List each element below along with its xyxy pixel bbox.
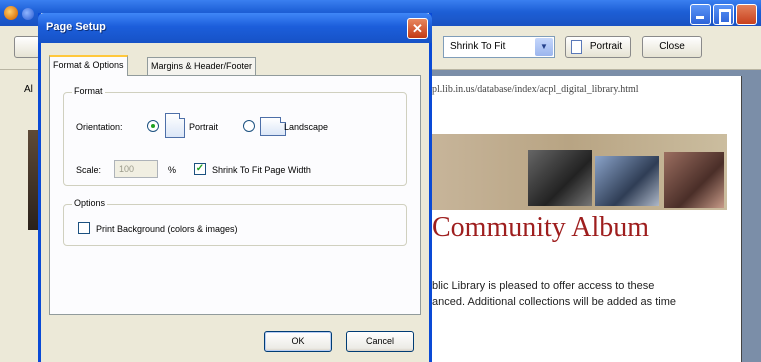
banner-photo: [528, 150, 592, 206]
page-paragraph-line: anced. Additional collections will be ad…: [432, 296, 676, 308]
scale-input[interactable]: 100: [114, 160, 158, 178]
sidebar-label: Al: [24, 84, 33, 95]
firefox-icon: [4, 6, 18, 20]
format-group-label: Format: [72, 86, 105, 96]
toolbar-portrait-label: Portrait: [589, 41, 623, 52]
portrait-radio[interactable]: [147, 120, 159, 132]
print-button[interactable]: [14, 36, 40, 58]
print-background-label[interactable]: Print Background (colors & images): [96, 224, 238, 234]
zoom-select-value: Shrink To Fit: [450, 41, 506, 52]
toolbar-close-button[interactable]: Close: [642, 36, 702, 58]
scale-label: Scale:: [76, 165, 102, 175]
page-url: pl.lib.in.us/database/index/acpl_digital…: [432, 84, 639, 95]
toolbar-close-label: Close: [659, 41, 685, 52]
options-group-label: Options: [72, 198, 108, 208]
dialog-titlebar[interactable]: Page Setup ✕: [38, 13, 432, 43]
ok-button[interactable]: OK: [264, 331, 332, 352]
page-portrait-icon: [571, 40, 582, 54]
globe-icon: [22, 8, 34, 20]
portrait-label[interactable]: Portrait: [189, 122, 218, 132]
shrink-to-fit-checkbox[interactable]: ✓: [194, 163, 206, 175]
orientation-label: Orientation:: [76, 122, 123, 132]
close-icon[interactable]: ✕: [407, 18, 428, 39]
dialog-title: Page Setup: [46, 21, 106, 33]
window-close-button[interactable]: [736, 4, 757, 25]
page-setup-dialog: Page Setup ✕ Format & Options Margins & …: [38, 13, 432, 362]
zoom-select[interactable]: Shrink To Fit ▼: [443, 36, 555, 58]
page-portrait-icon: [165, 113, 185, 138]
album-title: Community Album: [432, 212, 650, 243]
tab-strip: Format & Options Margins & Header/Footer: [49, 55, 419, 76]
tab-format-options[interactable]: Format & Options: [49, 55, 128, 76]
landscape-radio[interactable]: [243, 120, 255, 132]
scale-unit: %: [168, 165, 177, 175]
shrink-to-fit-label[interactable]: Shrink To Fit Page Width: [212, 165, 311, 175]
toolbar-portrait-button[interactable]: Portrait: [565, 36, 631, 58]
page-landscape-icon: [260, 117, 286, 136]
banner-photo: [664, 152, 724, 208]
print-background-checkbox[interactable]: [78, 222, 90, 234]
banner-photo: [595, 156, 659, 206]
landscape-label[interactable]: Landscape: [284, 122, 328, 132]
tab-margins-header-footer[interactable]: Margins & Header/Footer: [147, 57, 257, 75]
minimize-button[interactable]: [690, 4, 711, 25]
chevron-down-icon[interactable]: ▼: [535, 38, 553, 56]
maximize-button[interactable]: [713, 4, 734, 25]
page-paragraph-line: blic Library is pleased to offer access …: [432, 280, 655, 292]
cancel-button[interactable]: Cancel: [346, 331, 414, 352]
